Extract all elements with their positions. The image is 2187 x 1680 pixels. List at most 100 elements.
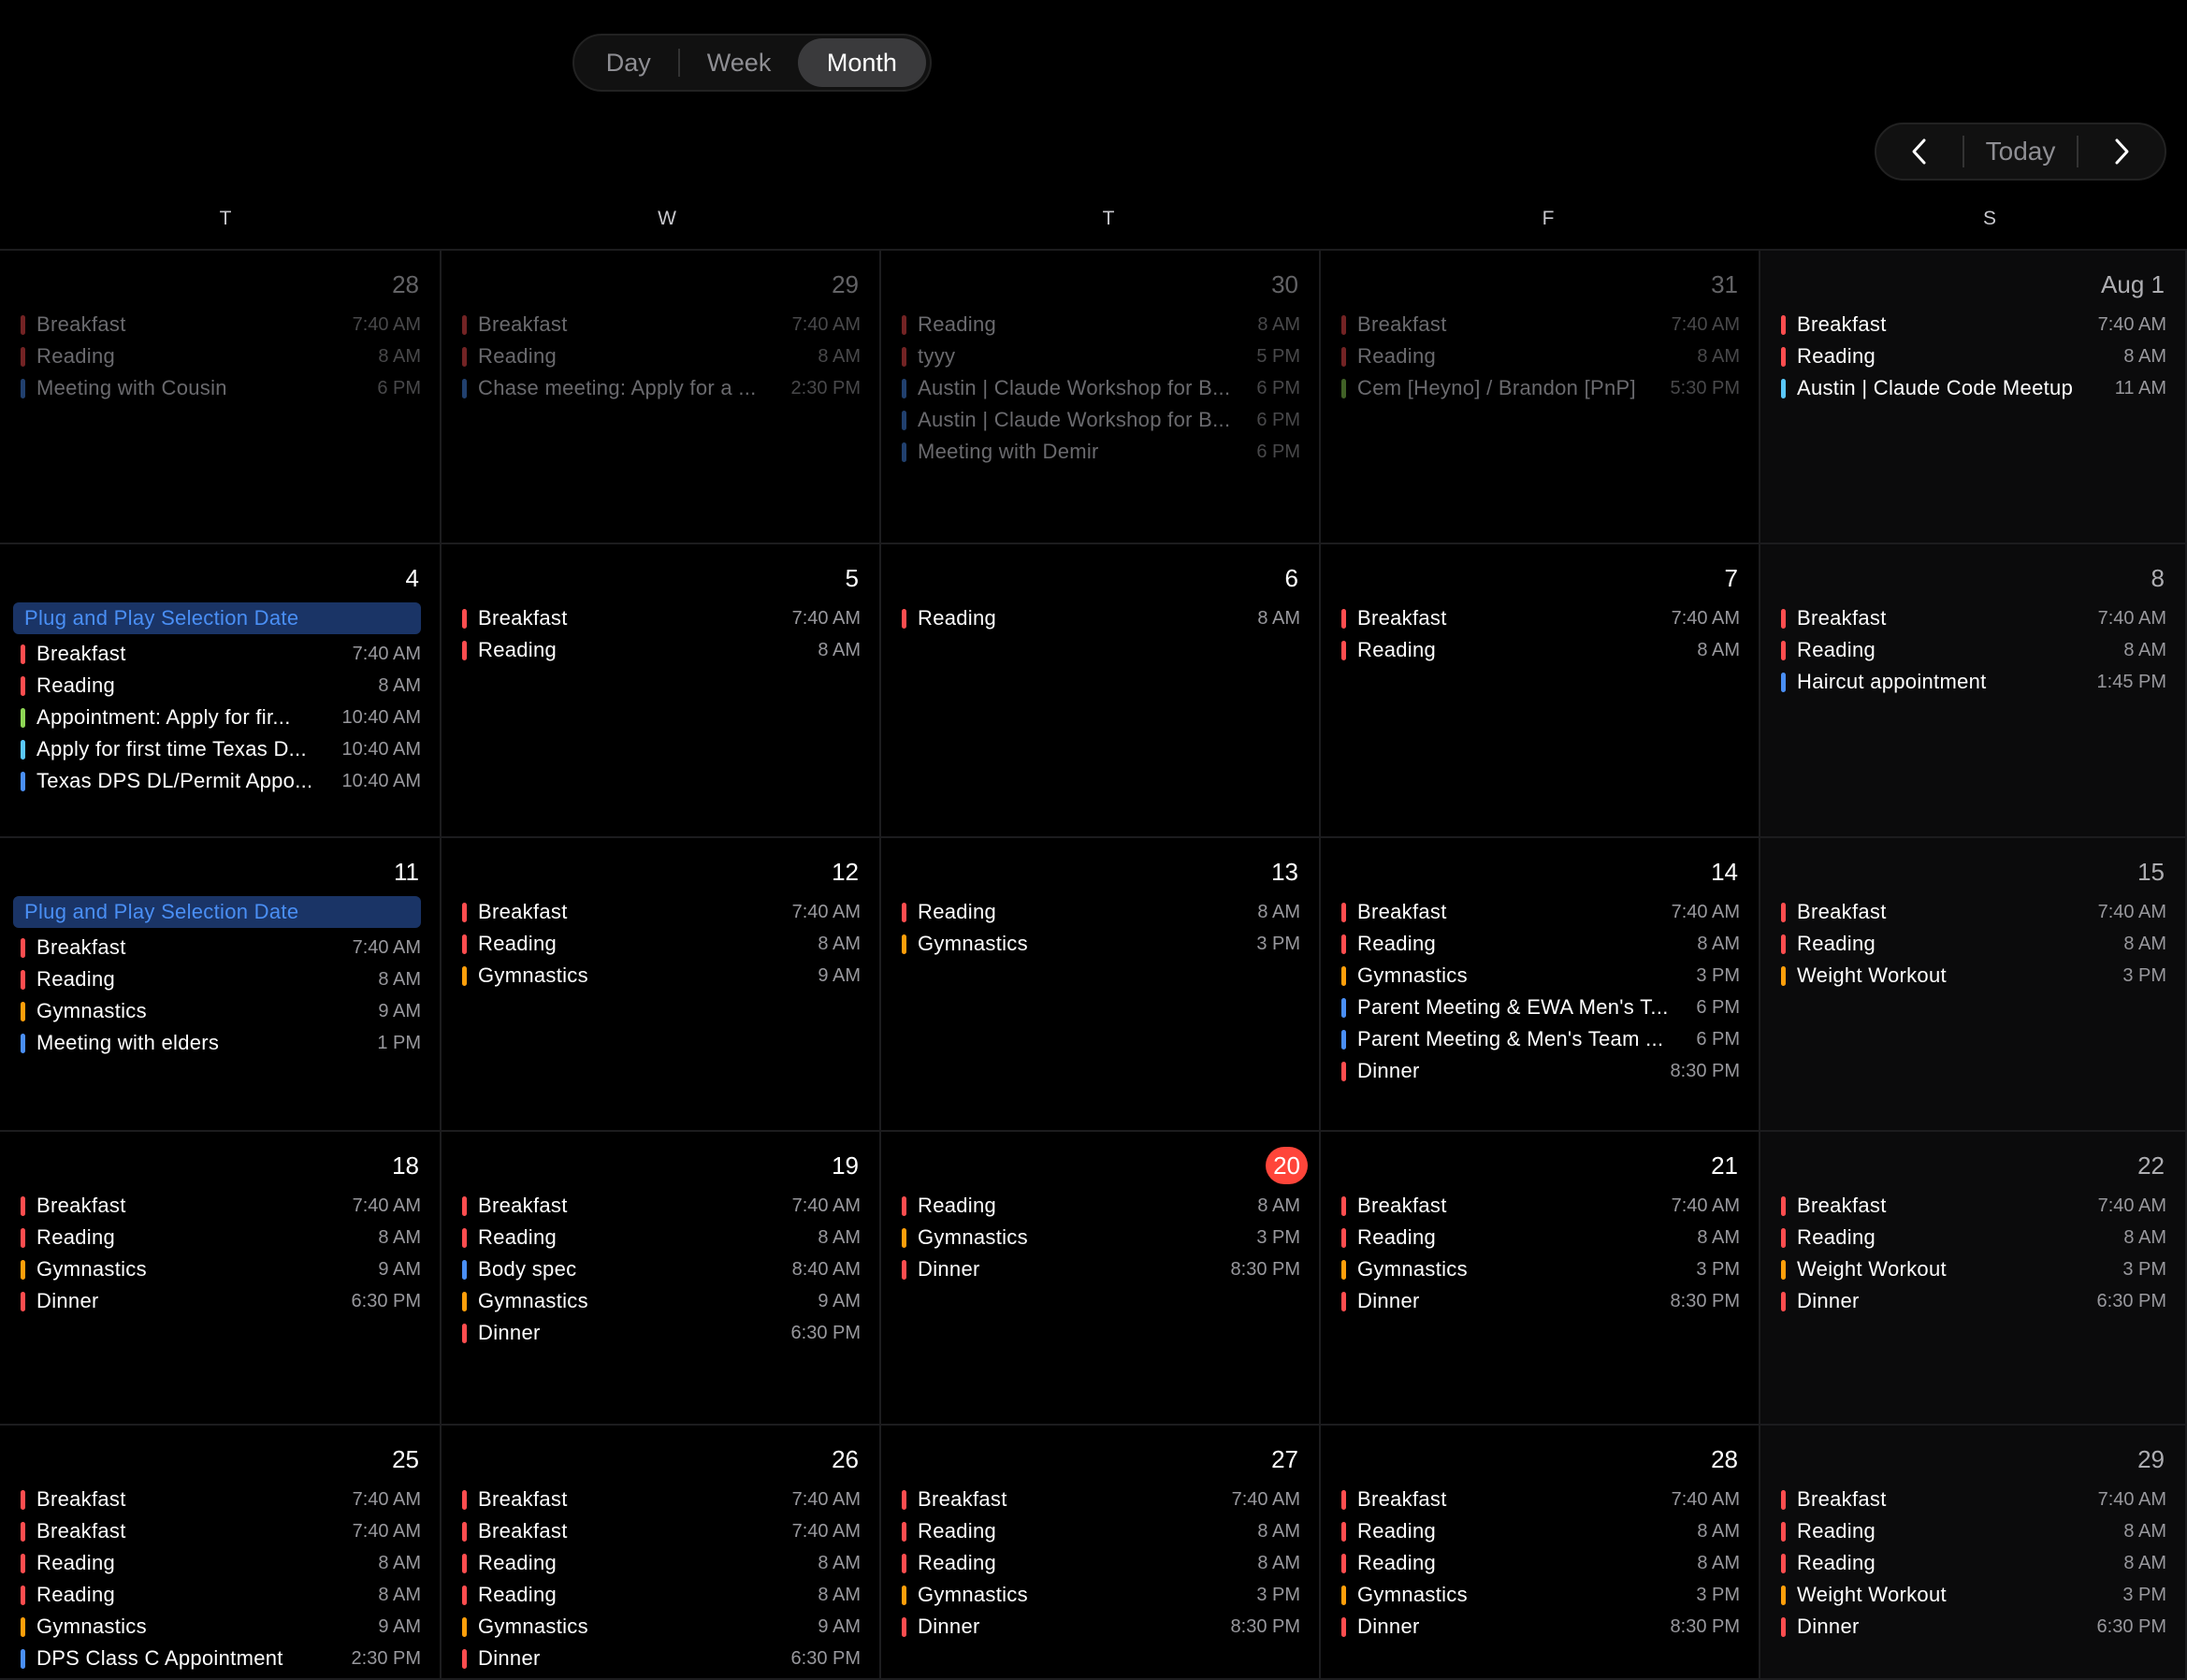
event-item[interactable]: Gymnastics 9 AM <box>21 995 421 1027</box>
day-cell[interactable]: 13 Reading 8 AM Gymnastics 3 PM <box>881 838 1321 1132</box>
day-cell[interactable]: 31 Breakfast 7:40 AM Reading 8 AM Cem [Heyno]… <box>1321 251 1760 544</box>
event-item[interactable]: Texas DPS DL/Permit Appo... 10:40 AM <box>21 765 421 797</box>
day-cell[interactable]: 29 Breakfast 7:40 AM Reading 8 AM Chase meeti… <box>442 251 881 544</box>
event-item[interactable]: Gymnastics 9 AM <box>21 1253 421 1285</box>
day-cell[interactable]: 6 Reading 8 AM <box>881 544 1321 838</box>
event-item[interactable]: Cem [Heyno] / Brandon [PnP] 5:30 PM <box>1341 372 1740 404</box>
event-item[interactable]: Reading 8 AM <box>1781 928 2166 960</box>
event-item[interactable]: Dinner 6:30 PM <box>462 1317 861 1349</box>
event-item[interactable]: Reading 8 AM <box>21 1579 421 1611</box>
event-item[interactable]: Gymnastics 3 PM <box>1341 960 1740 992</box>
event-item[interactable]: Breakfast 7:40 AM <box>21 1484 421 1515</box>
event-item[interactable]: Gymnastics 9 AM <box>462 1611 861 1643</box>
view-week-button[interactable]: Week <box>680 38 797 87</box>
day-cell[interactable]: 29 Breakfast 7:40 AM Reading 8 AM Reading 8 AM… <box>1760 1426 2187 1680</box>
event-item[interactable]: Breakfast 7:40 AM <box>1341 1484 1740 1515</box>
event-item[interactable]: Breakfast 7:40 AM <box>462 1190 861 1222</box>
day-cell[interactable]: 8 Breakfast 7:40 AM Reading 8 AM Haircut appo… <box>1760 544 2187 838</box>
event-item[interactable]: Breakfast 7:40 AM <box>902 1484 1300 1515</box>
day-cell[interactable]: 26 Breakfast 7:40 AM Breakfast 7:40 AM Readin… <box>442 1426 881 1680</box>
event-item[interactable]: Reading 8 AM <box>1781 1515 2166 1547</box>
day-cell[interactable]: 28 Breakfast 7:40 AM Reading 8 AM Reading 8 AM… <box>1321 1426 1760 1680</box>
day-cell[interactable]: 27 Breakfast 7:40 AM Reading 8 AM Reading 8 AM… <box>881 1426 1321 1680</box>
event-item[interactable]: Dinner 8:30 PM <box>1341 1611 1740 1643</box>
event-item[interactable]: Breakfast 7:40 AM <box>462 602 861 634</box>
view-day-button[interactable]: Day <box>578 38 678 87</box>
event-item[interactable]: Reading 8 AM <box>902 1547 1300 1579</box>
event-item[interactable]: Gymnastics 3 PM <box>1341 1579 1740 1611</box>
day-cell[interactable]: 12 Breakfast 7:40 AM Reading 8 AM Gymnastics 9… <box>442 838 881 1132</box>
event-item[interactable]: Weight Workout 3 PM <box>1781 1579 2166 1611</box>
event-item[interactable]: Reading 8 AM <box>462 634 861 666</box>
event-item[interactable]: Dinner 8:30 PM <box>902 1253 1300 1285</box>
event-item[interactable]: Gymnastics 9 AM <box>462 960 861 992</box>
event-item[interactable]: Gymnastics 3 PM <box>902 1222 1300 1253</box>
day-cell[interactable]: 20 Reading 8 AM Gymnastics 3 PM Dinner 8:30 PM <box>881 1132 1321 1426</box>
day-cell[interactable]: 5 Breakfast 7:40 AM Reading 8 AM <box>442 544 881 838</box>
event-item[interactable]: Body spec 8:40 AM <box>462 1253 861 1285</box>
previous-button[interactable] <box>1876 124 1963 179</box>
view-month-button[interactable]: Month <box>797 38 926 87</box>
event-item[interactable]: Reading 8 AM <box>462 340 861 372</box>
event-item[interactable]: Reading 8 AM <box>902 896 1300 928</box>
day-cell[interactable]: 19 Breakfast 7:40 AM Reading 8 AM Body spec 8:… <box>442 1132 881 1426</box>
event-item[interactable]: Reading 8 AM <box>1781 1547 2166 1579</box>
event-item[interactable]: Austin | Claude Workshop for B... 6 PM <box>902 372 1300 404</box>
event-item[interactable]: Gymnastics 3 PM <box>902 928 1300 960</box>
event-item[interactable]: Gymnastics 9 AM <box>21 1611 421 1643</box>
today-button[interactable]: Today <box>1964 137 2077 167</box>
day-cell[interactable]: 25 Breakfast 7:40 AM Breakfast 7:40 AM Readin… <box>0 1426 442 1680</box>
event-item[interactable]: Breakfast 7:40 AM <box>1341 602 1740 634</box>
event-item[interactable]: Breakfast 7:40 AM <box>21 638 421 670</box>
event-item[interactable]: Breakfast 7:40 AM <box>1781 602 2166 634</box>
event-item[interactable]: Apply for first time Texas D... 10:40 AM <box>21 733 421 765</box>
event-item[interactable]: Gymnastics 9 AM <box>462 1285 861 1317</box>
event-item[interactable]: Reading 8 AM <box>21 340 421 372</box>
event-item[interactable]: Gymnastics 3 PM <box>1341 1253 1740 1285</box>
event-item[interactable]: Reading 8 AM <box>462 1222 861 1253</box>
event-item[interactable]: Parent Meeting & Men's Team ... 6 PM <box>1341 1023 1740 1055</box>
day-cell[interactable]: 11 Plug and Play Selection Date Breakfast 7… <box>0 838 442 1132</box>
event-item[interactable]: Breakfast 7:40 AM <box>21 309 421 340</box>
event-item[interactable]: Reading 8 AM <box>1781 1222 2166 1253</box>
event-item[interactable]: Gymnastics 3 PM <box>902 1579 1300 1611</box>
event-item[interactable]: Breakfast 7:40 AM <box>1781 896 2166 928</box>
day-cell[interactable]: Aug 1 Breakfast 7:40 AM Reading 8 AM Austin |… <box>1760 251 2187 544</box>
event-item[interactable]: Breakfast 7:40 AM <box>1781 1190 2166 1222</box>
event-item[interactable]: Reading 8 AM <box>21 963 421 995</box>
event-item[interactable]: Reading 8 AM <box>462 1547 861 1579</box>
event-item[interactable]: Breakfast 7:40 AM <box>1781 309 2166 340</box>
day-cell[interactable]: 4 Plug and Play Selection Date Breakfast 7:… <box>0 544 442 838</box>
event-item[interactable]: Reading 8 AM <box>1341 1547 1740 1579</box>
event-item[interactable]: Dinner 6:30 PM <box>1781 1611 2166 1643</box>
event-item[interactable]: Reading 8 AM <box>21 1547 421 1579</box>
event-item[interactable]: Reading 8 AM <box>462 928 861 960</box>
event-item[interactable]: tyyy 5 PM <box>902 340 1300 372</box>
day-cell[interactable]: 30 Reading 8 AM tyyy 5 PM Austin | Claude Wor… <box>881 251 1321 544</box>
all-day-event[interactable]: Plug and Play Selection Date <box>13 602 421 634</box>
event-item[interactable]: Breakfast 7:40 AM <box>462 1484 861 1515</box>
event-item[interactable]: Dinner 8:30 PM <box>1341 1055 1740 1087</box>
event-item[interactable]: Parent Meeting & EWA Men's T... 6 PM <box>1341 992 1740 1023</box>
event-item[interactable]: Breakfast 7:40 AM <box>1781 1484 2166 1515</box>
event-item[interactable]: Dinner 6:30 PM <box>21 1285 421 1317</box>
event-item[interactable]: Meeting with Cousin 6 PM <box>21 372 421 404</box>
event-item[interactable]: Austin | Claude Code Meetup 11 AM <box>1781 372 2166 404</box>
event-item[interactable]: Breakfast 7:40 AM <box>462 309 861 340</box>
event-item[interactable]: Breakfast 7:40 AM <box>462 896 861 928</box>
day-cell[interactable]: 22 Breakfast 7:40 AM Reading 8 AM Weight Work… <box>1760 1132 2187 1426</box>
event-item[interactable]: Reading 8 AM <box>1341 928 1740 960</box>
event-item[interactable]: Reading 8 AM <box>902 1190 1300 1222</box>
event-item[interactable]: Breakfast 7:40 AM <box>21 1515 421 1547</box>
day-cell[interactable]: 14 Breakfast 7:40 AM Reading 8 AM Gymnastics 3… <box>1321 838 1760 1132</box>
event-item[interactable]: Meeting with Demir 6 PM <box>902 436 1300 468</box>
event-item[interactable]: Appointment: Apply for fir... 10:40 AM <box>21 702 421 733</box>
event-item[interactable]: Reading 8 AM <box>462 1579 861 1611</box>
event-item[interactable]: Breakfast 7:40 AM <box>21 932 421 963</box>
event-item[interactable]: Breakfast 7:40 AM <box>1341 309 1740 340</box>
event-item[interactable]: Dinner 8:30 PM <box>902 1611 1300 1643</box>
event-item[interactable]: Dinner 6:30 PM <box>1781 1285 2166 1317</box>
event-item[interactable]: Reading 8 AM <box>902 309 1300 340</box>
all-day-event[interactable]: Plug and Play Selection Date <box>13 896 421 928</box>
event-item[interactable]: Reading 8 AM <box>21 1222 421 1253</box>
